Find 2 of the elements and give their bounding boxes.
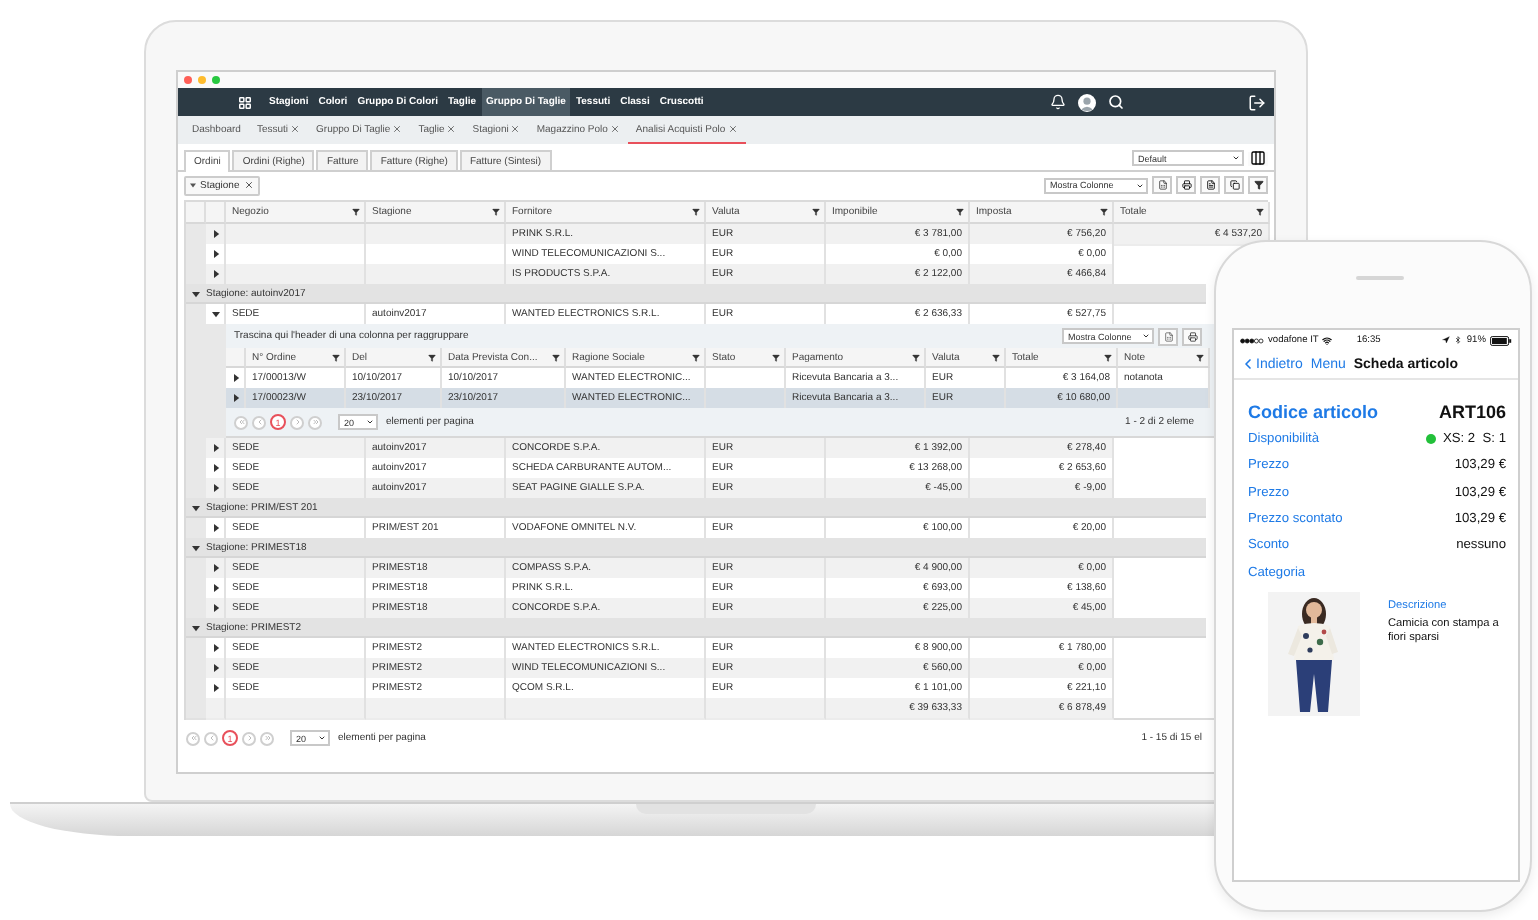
article-code: ART106: [1438, 402, 1506, 422]
field-label: Codice articolo: [1248, 402, 1379, 422]
